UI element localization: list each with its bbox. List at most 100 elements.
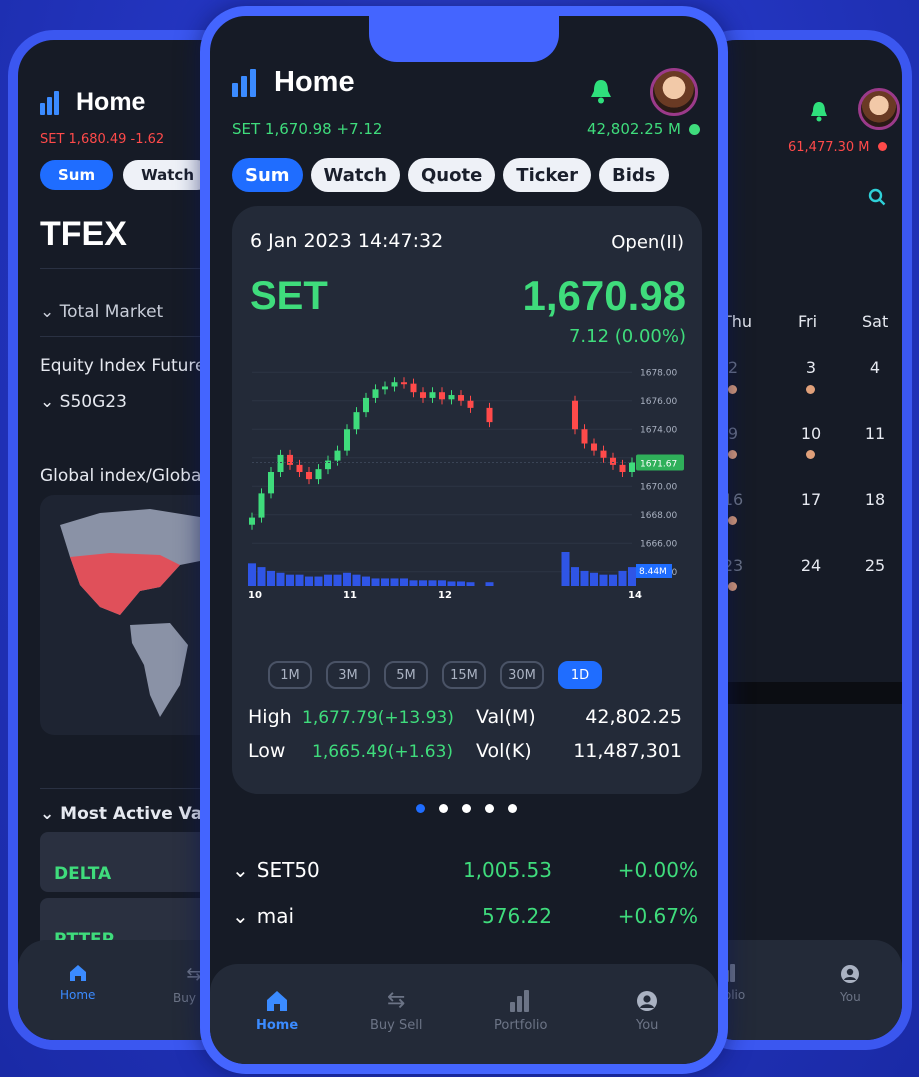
- left-most-active[interactable]: ⌄ Most Active Va: [40, 804, 202, 824]
- page-dot[interactable]: [416, 804, 425, 813]
- timeframe-1d[interactable]: 1D: [558, 661, 602, 689]
- left-s50-row[interactable]: ⌄ S50G23: [40, 392, 127, 412]
- portfolio-icon: [509, 990, 532, 1012]
- page-dot[interactable]: [439, 804, 448, 813]
- volume-bar: [561, 552, 570, 586]
- volume-bar: [599, 574, 608, 586]
- calendar-day[interactable]: 18: [860, 490, 890, 509]
- left-chip-sum[interactable]: Sum: [40, 160, 114, 190]
- volume-bar: [457, 581, 465, 586]
- candle-body: [258, 493, 265, 518]
- volume-bar: [257, 567, 266, 586]
- chip-ticker[interactable]: Ticker: [503, 158, 591, 192]
- timeframe-1m[interactable]: 1M: [268, 661, 312, 689]
- timeframe-3m[interactable]: 3M: [326, 661, 370, 689]
- search-icon[interactable]: [868, 188, 886, 211]
- chip-sum[interactable]: Sum: [232, 158, 303, 192]
- swap-arrows-icon: ⇆: [387, 988, 406, 1013]
- calendar-day[interactable]: 10: [796, 424, 826, 443]
- y-tick-label: 1670.00: [640, 482, 677, 492]
- calendar-day[interactable]: 4: [860, 358, 890, 377]
- candle-body: [277, 454, 284, 472]
- candle-body: [458, 395, 464, 401]
- calendar-day[interactable]: 24: [796, 556, 826, 575]
- tab-portfolio[interactable]: Portfolio: [494, 990, 547, 1033]
- candle-body: [572, 400, 578, 430]
- calendar-day[interactable]: 11: [860, 424, 890, 443]
- high-value: 1,677.79(+13.93): [302, 708, 454, 728]
- timeframe-30m[interactable]: 30M: [500, 661, 544, 689]
- volume-bar: [628, 567, 636, 586]
- calendar-day[interactable]: 17: [796, 490, 826, 509]
- left-global-index: Global index/Globa: [40, 466, 202, 486]
- low-label: Low: [248, 740, 286, 762]
- high-label: High: [248, 706, 292, 728]
- page-dot[interactable]: [485, 804, 494, 813]
- event-dot-icon: [806, 450, 815, 459]
- volume-bar: [286, 574, 294, 586]
- tab-buy-sell[interactable]: ⇆ Buy Sell: [370, 988, 422, 1034]
- volume-bar: [466, 582, 475, 586]
- chevron-down-icon: ⌄: [40, 302, 55, 322]
- volume-bar: [333, 574, 342, 586]
- volume-bar: [314, 576, 323, 586]
- left-total-market[interactable]: ⌄ Total Market: [40, 302, 163, 322]
- index-row-mai[interactable]: ⌄ mai 576.22 +0.67%: [232, 904, 698, 928]
- calendar-day[interactable]: 25: [860, 556, 890, 575]
- page-dot[interactable]: [508, 804, 517, 813]
- user-avatar[interactable]: [650, 68, 698, 116]
- volume-label: 8.44M: [639, 567, 667, 577]
- phone-notch: [369, 16, 559, 62]
- calendar-day[interactable]: 3: [796, 358, 826, 377]
- current-price-label: 1671.67: [640, 459, 677, 469]
- candle-body: [448, 395, 455, 400]
- tab-you[interactable]: You: [636, 990, 658, 1033]
- chip-watch[interactable]: Watch: [310, 158, 400, 192]
- volume-bar: [618, 570, 627, 586]
- right-tab-you[interactable]: You: [840, 964, 861, 1004]
- volume-bar: [485, 582, 494, 586]
- index-row-set50[interactable]: ⌄ SET50 1,005.53 +0.00%: [232, 858, 698, 882]
- x-tick-label: 14: [628, 590, 642, 601]
- page-dot[interactable]: [462, 804, 471, 813]
- timeframe-15m[interactable]: 15M: [442, 661, 486, 689]
- left-section-title: TFEX: [40, 215, 127, 253]
- candle-body: [391, 382, 398, 387]
- user-icon: [841, 965, 860, 983]
- tab-home[interactable]: Home: [256, 990, 298, 1033]
- volume-bar: [352, 574, 361, 586]
- index-name: SET: [250, 274, 328, 318]
- user-avatar[interactable]: [858, 88, 900, 130]
- status-dot-icon: [689, 123, 700, 135]
- volume-bar: [371, 578, 380, 586]
- volume-bar: [571, 567, 579, 586]
- event-dot-icon: [728, 516, 737, 525]
- candle-body: [486, 407, 493, 423]
- market-status: Open(II): [611, 232, 684, 253]
- candle-body: [363, 397, 369, 413]
- y-tick-label: 1674.00: [640, 425, 677, 435]
- vol-value: 11,487,301: [573, 740, 682, 762]
- intraday-chart[interactable]: 1678.001676.001674.001672.001670.001668.…: [232, 346, 702, 646]
- bell-icon[interactable]: [590, 78, 612, 108]
- chip-bids[interactable]: Bids: [599, 158, 669, 192]
- left-tab-home[interactable]: Home: [60, 964, 95, 1002]
- left-page-title: Home: [76, 88, 146, 116]
- left-chip-watch[interactable]: Watch: [123, 160, 212, 190]
- chip-quote[interactable]: Quote: [408, 158, 496, 192]
- candle-body: [581, 429, 588, 444]
- volume-bar: [400, 578, 408, 586]
- volume-bar: [590, 572, 598, 586]
- volume-bar: [362, 576, 370, 586]
- chevron-down-icon: ⌄: [40, 804, 55, 824]
- page-indicator: [416, 804, 517, 813]
- page-title: Home: [274, 66, 355, 98]
- left-header: Home: [40, 88, 145, 117]
- bell-icon[interactable]: [810, 100, 828, 126]
- candle-body: [268, 472, 274, 494]
- app-logo-icon: [232, 68, 262, 97]
- vol-label: Vol(K): [476, 740, 532, 762]
- timeframe-5m[interactable]: 5M: [384, 661, 428, 689]
- volume-bar: [267, 570, 275, 586]
- home-icon: [267, 991, 288, 1011]
